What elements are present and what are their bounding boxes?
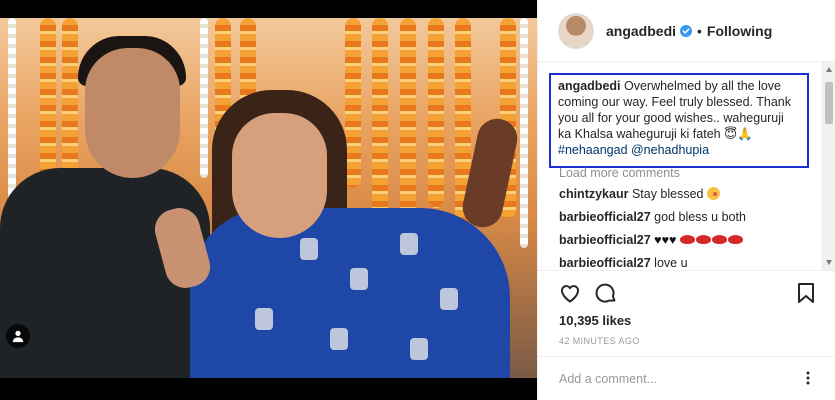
bookmark-icon[interactable] — [794, 281, 818, 305]
post-timestamp[interactable]: 42 MINUTES AGO — [559, 336, 640, 346]
separator-dot: • — [697, 22, 702, 39]
add-comment-bar — [538, 356, 835, 400]
user-tag-icon[interactable] — [6, 324, 30, 348]
heart-outline-icon[interactable] — [558, 281, 582, 305]
ellipsis-icon[interactable] — [801, 371, 815, 385]
post-header: angadbedi • Following — [538, 0, 835, 62]
speech-bubble-icon[interactable] — [594, 281, 618, 305]
woman-face — [232, 113, 327, 238]
comment-text: love u — [650, 256, 688, 270]
dress-pattern — [400, 233, 418, 255]
scroll-up-arrow-icon[interactable] — [826, 67, 832, 72]
scroll-thumb[interactable] — [825, 82, 833, 124]
load-more-comments-link[interactable]: Load more comments — [559, 166, 680, 180]
garland — [372, 18, 388, 218]
comments-list: angadbedi Overwhelmed by all the love co… — [538, 62, 835, 270]
scroll-down-arrow-icon[interactable] — [826, 260, 832, 265]
post-actions: 10,395 likes 42 MINUTES AGO — [538, 270, 835, 400]
comment-text: god bless u both — [650, 210, 746, 224]
dress-pattern — [440, 288, 458, 310]
caption-highlight: angadbedi Overwhelmed by all the love co… — [549, 73, 809, 168]
post-side-panel: angadbedi • Following angadbedi Overwhel… — [537, 0, 835, 400]
comment-username[interactable]: chintzykaur — [559, 187, 628, 201]
caption: angadbedi Overwhelmed by all the love co… — [558, 78, 800, 158]
dress-pattern — [410, 338, 428, 360]
likes-count[interactable]: 10,395 likes — [559, 313, 631, 328]
garland — [200, 18, 208, 178]
comment-username[interactable]: barbieofficial27 — [559, 256, 651, 270]
comment-username[interactable]: barbieofficial27 — [559, 210, 651, 224]
garland — [520, 18, 528, 248]
garland — [400, 18, 416, 228]
hearts-emoji-icon: ♥♥♥ — [650, 233, 677, 247]
lips-emoji-icon — [679, 235, 695, 244]
dress-pattern — [300, 238, 318, 260]
lips-emoji-icon — [711, 235, 727, 244]
post-photo[interactable] — [0, 0, 537, 400]
caption-tags[interactable]: #nehaangad @nehadhupia — [558, 143, 709, 157]
dress-pattern — [350, 268, 368, 290]
photo-scene — [0, 18, 537, 378]
comment-item: chintzykaur Stay blessed — [559, 186, 720, 202]
avatar[interactable] — [558, 12, 594, 49]
comment-item: barbieofficial27 ♥♥♥ — [559, 232, 744, 248]
garland — [345, 18, 361, 188]
dress-pattern — [255, 308, 273, 330]
caption-username[interactable]: angadbedi — [558, 79, 621, 93]
woman-figure — [190, 208, 510, 378]
dress-pattern — [330, 328, 348, 350]
comment-item: barbieofficial27 god bless u both — [559, 209, 746, 225]
comment-item: barbieofficial27 love u — [559, 255, 688, 270]
verified-badge-icon — [680, 24, 693, 37]
kiss-face-emoji-icon — [707, 187, 720, 200]
comments-scrollbar[interactable] — [822, 62, 835, 270]
comment-username[interactable]: barbieofficial27 — [559, 233, 651, 247]
garland — [428, 18, 444, 208]
lips-emoji-icon — [695, 235, 711, 244]
header-username[interactable]: angadbedi — [606, 23, 676, 39]
comment-text: Stay blessed — [628, 187, 704, 201]
man-face — [85, 48, 180, 178]
following-button[interactable]: Following — [707, 23, 772, 39]
add-comment-input[interactable] — [559, 370, 779, 388]
lips-emoji-icon — [727, 235, 743, 244]
